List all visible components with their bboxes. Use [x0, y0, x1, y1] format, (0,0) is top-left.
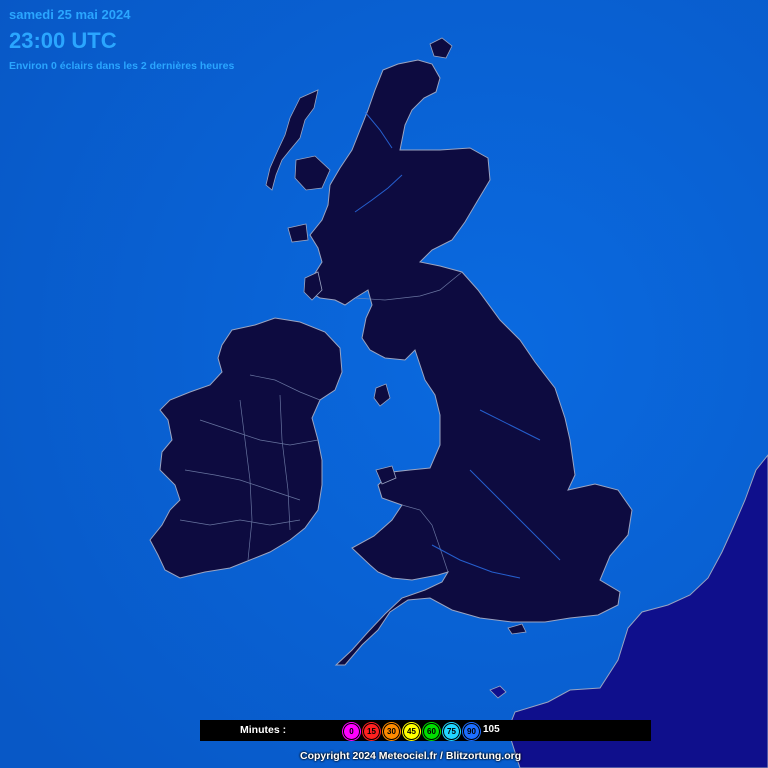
- legend-chip-45: 45: [403, 723, 420, 740]
- legend-chip-105: 105: [483, 724, 500, 735]
- copyright-notice: Copyright 2024 Meteociel.fr / Blitzortun…: [300, 750, 522, 762]
- date-label: samedi 25 mai 2024: [9, 7, 131, 22]
- strike-count-label: Environ 0 éclairs dans les 2 dernières h…: [9, 60, 235, 72]
- legend-chip-60: 60: [423, 723, 440, 740]
- legend-bar: Minutes : 0 15 30 45 60 75 90 105: [200, 720, 651, 741]
- legend-chip-15: 15: [363, 723, 380, 740]
- legend-chip-30: 30: [383, 723, 400, 740]
- legend-chip-75: 75: [443, 723, 460, 740]
- legend-chip-90: 90: [463, 723, 480, 740]
- legend-label: Minutes :: [240, 724, 287, 736]
- legend-chip-0: 0: [343, 723, 360, 740]
- lightning-map: samedi 25 mai 2024 23:00 UTC Environ 0 é…: [0, 0, 768, 768]
- map-svg: [0, 0, 768, 768]
- time-label: 23:00 UTC: [9, 28, 117, 53]
